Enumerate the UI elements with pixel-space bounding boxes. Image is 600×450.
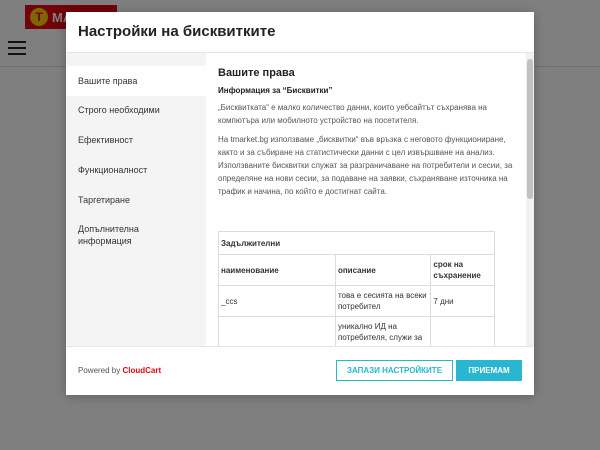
content-scrollbar[interactable]: [526, 53, 534, 346]
table-cell: [430, 316, 495, 346]
table-header-row: наименование описание срок на съхранение: [218, 254, 495, 286]
cloudcart-link[interactable]: CloudCart: [122, 366, 161, 375]
content-heading: Вашите права: [218, 67, 295, 79]
table-row: уникално ИД на потребителя, служи за под…: [218, 316, 495, 346]
table-section-title: Задължителни: [218, 231, 495, 255]
modal-body: Вашите права Строго необходими Ефективно…: [66, 53, 534, 346]
table-section-row: Задължителни: [218, 231, 495, 255]
table-cell: [218, 316, 336, 346]
sidebar-item-targeting[interactable]: Таргетиране: [66, 194, 218, 206]
modal-title: Настройки на бисквитките: [78, 23, 276, 40]
modal-footer: Powered by CloudCart ЗАПАЗИ НАСТРОЙКИТЕ …: [66, 346, 534, 395]
sidebar-item-your-rights[interactable]: Вашите права: [66, 66, 206, 96]
table-header-name: наименование: [218, 254, 336, 286]
powered-by-label: Powered by: [78, 366, 121, 375]
content-paragraph-1: „Бисквитката“ е малко количество данни, …: [218, 103, 487, 125]
content-subheading: Информация за “Бисквитки”: [218, 86, 333, 95]
sidebar-item-strictly-necessary[interactable]: Строго необходими: [66, 104, 218, 116]
cookie-table: Задължителни наименование описание срок …: [218, 231, 495, 346]
table-cell: уникално ИД на потребителя, служи за под…: [334, 316, 432, 346]
table-cell: _ccs: [218, 285, 336, 317]
table-cell: това е сесията на всеки потребител: [334, 285, 432, 317]
save-settings-button[interactable]: ЗАПАЗИ НАСТРОЙКИТЕ: [336, 360, 453, 381]
accept-button[interactable]: ПРИЕМАМ: [456, 360, 522, 381]
content-paragraph-2: На tmarket.bg използваме „бисквитки“ във…: [218, 135, 513, 196]
cookie-settings-modal: Настройки на бисквитките Вашите права Ст…: [66, 12, 534, 395]
sidebar-item-performance[interactable]: Ефективност: [66, 134, 218, 146]
powered-by-text: Powered by CloudCart: [78, 366, 161, 375]
cookie-content-panel: Вашите права Информация за “Бисквитки” „…: [206, 53, 534, 346]
table-header-retention: срок на съхранение: [430, 254, 495, 286]
sidebar-item-functionality[interactable]: Функционалност: [66, 164, 218, 176]
table-row: _ccs това е сесията на всеки потребител …: [218, 285, 495, 317]
table-header-description: описание: [334, 254, 432, 286]
scrollbar-thumb[interactable]: [527, 59, 533, 199]
table-cell: 7 дни: [430, 285, 495, 317]
cookie-categories-sidebar: Вашите права Строго необходими Ефективно…: [66, 53, 206, 346]
sidebar-item-additional-info[interactable]: Допълнителна информация: [66, 223, 168, 247]
modal-header: Настройки на бисквитките: [66, 12, 534, 53]
